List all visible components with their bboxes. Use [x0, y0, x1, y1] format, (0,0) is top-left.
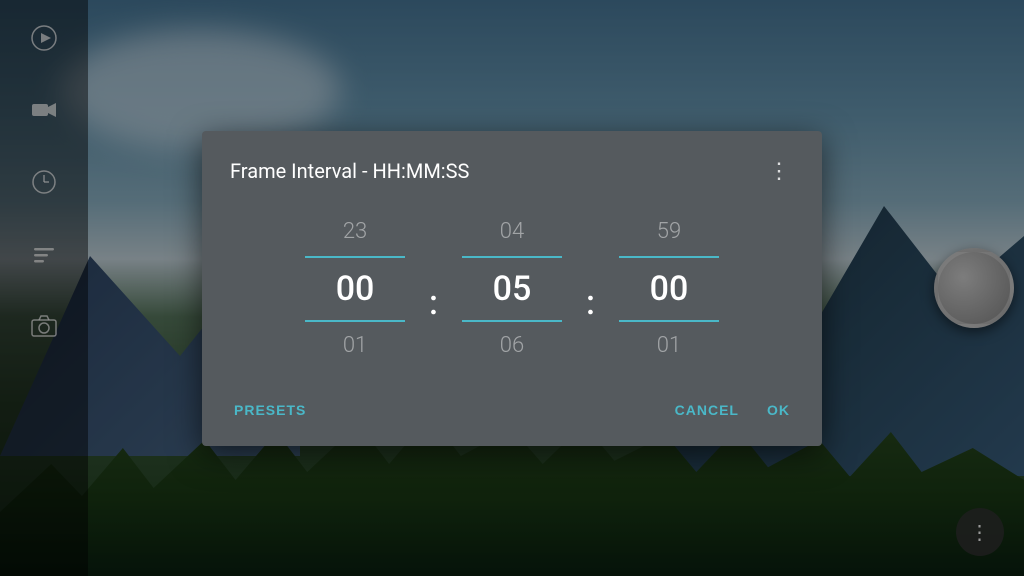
- dialog-more-icon[interactable]: ⋮: [764, 155, 794, 188]
- minutes-below[interactable]: 06: [500, 330, 524, 362]
- hours-above[interactable]: 23: [343, 216, 367, 248]
- dialog-buttons: PRESETS CANCEL OK: [230, 394, 794, 426]
- cancel-button[interactable]: CANCEL: [671, 394, 743, 426]
- ok-button[interactable]: OK: [763, 394, 794, 426]
- dialog-title: Frame Interval - HH:MM:SS: [230, 159, 469, 183]
- dialog-right-buttons: CANCEL OK: [671, 394, 794, 426]
- colon-ms: :: [582, 283, 599, 323]
- dialog-overlay: Frame Interval - HH:MM:SS ⋮ 23 00 01 : 0…: [0, 0, 1024, 576]
- hours-below[interactable]: 01: [343, 330, 367, 362]
- seconds-below[interactable]: 01: [657, 330, 681, 362]
- presets-button[interactable]: PRESETS: [230, 394, 310, 426]
- minutes-bottom-line: [462, 320, 562, 322]
- hours-current[interactable]: 00: [336, 264, 375, 314]
- minutes-top-line: [462, 256, 562, 258]
- seconds-bottom-line: [619, 320, 719, 322]
- minutes-current[interactable]: 05: [493, 264, 532, 314]
- colon-hm: :: [425, 283, 442, 323]
- seconds-current[interactable]: 00: [650, 264, 689, 314]
- time-picker: 23 00 01 : 04 05 06 : 59 00: [230, 216, 794, 362]
- minutes-column: 04 05 06: [442, 216, 582, 362]
- seconds-above[interactable]: 59: [657, 216, 681, 248]
- hours-column: 23 00 01: [285, 216, 425, 362]
- seconds-top-line: [619, 256, 719, 258]
- minutes-above[interactable]: 04: [500, 216, 524, 248]
- hours-bottom-line: [305, 320, 405, 322]
- hours-top-line: [305, 256, 405, 258]
- dialog-header: Frame Interval - HH:MM:SS ⋮: [230, 155, 794, 188]
- seconds-column: 59 00 01: [599, 216, 739, 362]
- frame-interval-dialog: Frame Interval - HH:MM:SS ⋮ 23 00 01 : 0…: [202, 131, 822, 446]
